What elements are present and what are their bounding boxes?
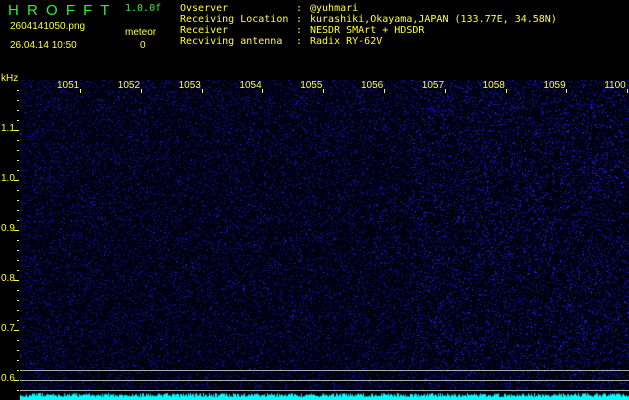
x-tick-label: 1052 [118,80,140,91]
y-tick [17,120,19,121]
y-tick [17,190,19,191]
x-tick-label: 1057 [422,80,444,91]
y-tick [14,130,19,131]
y-tick [17,250,19,251]
y-tick [14,380,19,381]
x-tick-label: 1055 [300,80,322,91]
y-tick [17,220,19,221]
filename: 2604141050.png [10,21,85,32]
y-tick [17,170,19,171]
y-tick [17,370,19,371]
y-tick [17,160,19,161]
x-tick [80,89,81,93]
x-tick [384,89,385,93]
x-tick [262,89,263,93]
info-value: @yuhmari [310,3,358,14]
x-tick [566,89,567,93]
info-colon: : [296,36,302,47]
info-value: Radix RY-62V [310,36,382,47]
x-tick-label: 1059 [543,80,565,91]
x-tick-label: 1058 [483,80,505,91]
x-tick [202,89,203,93]
marker-line [20,390,629,391]
y-tick [17,240,19,241]
y-tick-label: 0.7 [1,323,15,334]
y-tick [17,390,19,391]
y-tick-label: 0.9 [1,223,15,234]
y-tick [14,280,19,281]
info-colon: : [296,3,302,14]
app-logo: H R O F F T [8,2,111,19]
y-tick [17,110,19,111]
info-colon: : [296,14,302,25]
y-tick [17,210,19,211]
y-tick [17,150,19,151]
info-label: Receiver [180,25,228,36]
y-tick [17,350,19,351]
y-tick [17,260,19,261]
hrofft-window: H R O F F T 1.0.0f 2604141050.png 26.04.… [0,0,629,400]
info-value: kurashiki,Okayama,JAPAN (133.77E, 34.58N… [310,14,557,25]
marker-line [20,380,629,381]
x-tick-label: 1053 [179,80,201,91]
y-tick [17,200,19,201]
x-tick [141,89,142,93]
meteor-label: meteor [125,27,156,38]
y-tick [17,320,19,321]
info-colon: : [296,25,302,36]
y-tick-label: 0.8 [1,273,15,284]
y-tick-label: 1.1 [1,123,15,134]
marker-line [20,370,629,371]
y-tick [14,230,19,231]
x-tick-label: 1056 [361,80,383,91]
x-tick-label: 1100 [604,80,626,91]
y-tick [17,340,19,341]
waterfall-spectrogram [20,80,629,400]
meteor-count: 0 [140,40,146,51]
x-tick [627,89,628,93]
datetime: 26.04.14 10:50 [10,40,77,51]
y-tick [17,300,19,301]
y-tick [17,270,19,271]
version: 1.0.0f [125,3,161,14]
x-tick-label: 1051 [57,80,79,91]
y-tick [17,290,19,291]
y-tick [17,360,19,361]
y-tick [17,310,19,311]
info-label: Recviving antenna [180,36,282,47]
x-tick [323,89,324,93]
x-tick-label: 1054 [239,80,261,91]
info-label: Ovserver [180,3,228,14]
info-label: Receiving Location [180,14,288,25]
y-tick [17,100,19,101]
y-tick [17,90,19,91]
x-tick [506,89,507,93]
unit-label: kHz [1,73,18,84]
y-tick-label: 0.6 [1,373,15,384]
x-tick [445,89,446,93]
info-value: NESDR SMArt + HDSDR [310,25,424,36]
y-tick [14,180,19,181]
y-tick [14,330,19,331]
y-tick [17,140,19,141]
y-tick-label: 1.0 [1,173,15,184]
